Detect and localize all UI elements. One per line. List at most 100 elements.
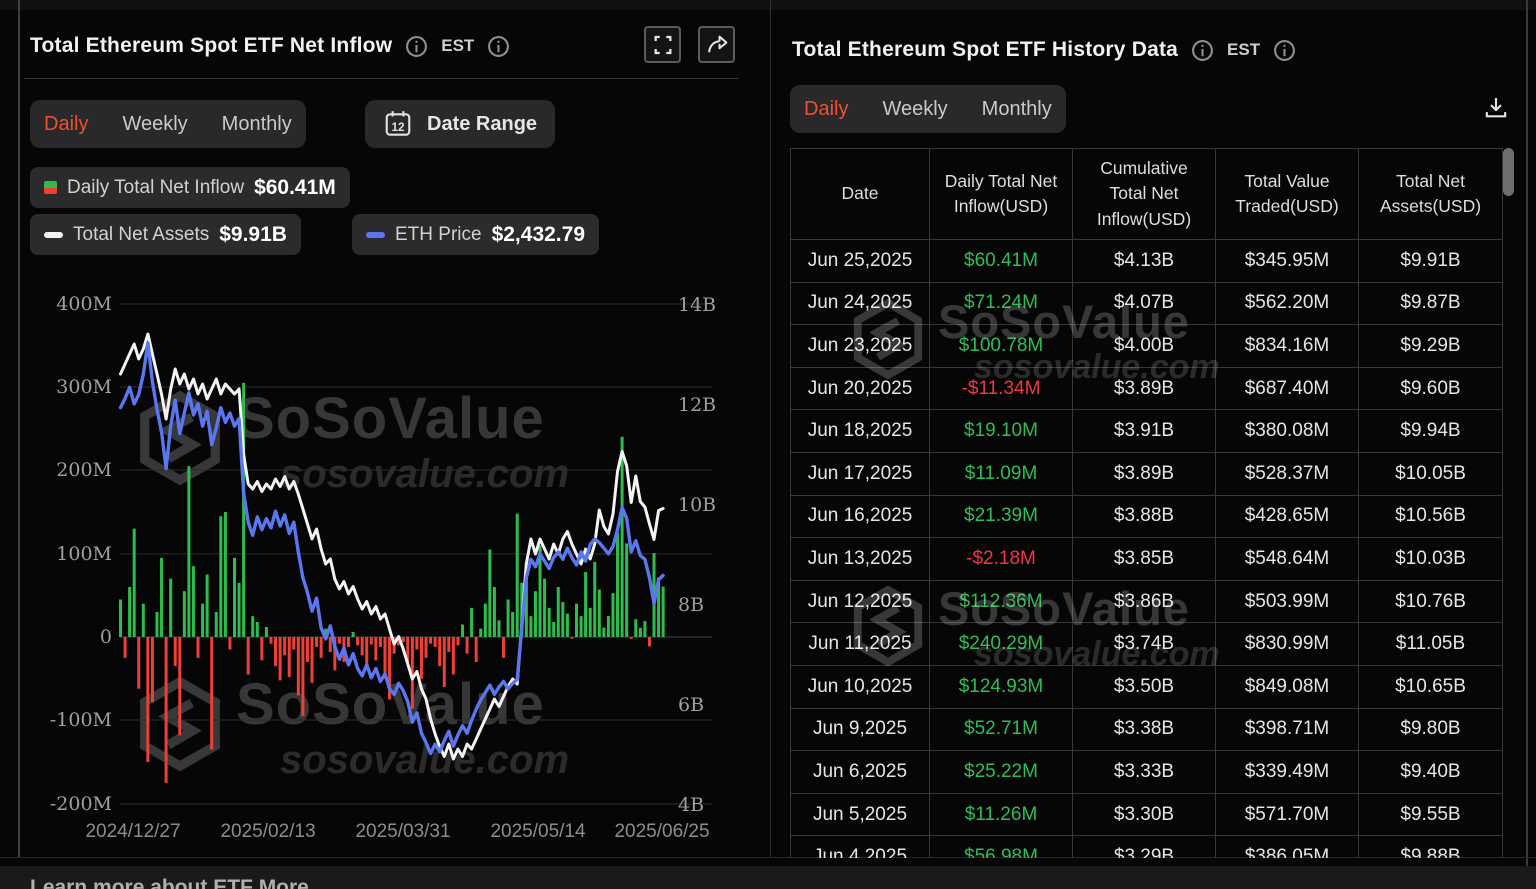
- table-row: Jun 5,2025$11.26M$3.30B$571.70M$9.55B: [790, 794, 1503, 837]
- table-cell: $25.22M: [930, 751, 1073, 794]
- table-cell: $11.09M: [930, 453, 1073, 496]
- table-cell: $9.60B: [1359, 368, 1503, 411]
- table-cell: $124.93M: [930, 666, 1073, 709]
- table-row: Jun 12,2025$112.36M$3.86B$503.99M$10.76B: [790, 581, 1503, 624]
- table-cell: $9.91B: [1359, 240, 1503, 283]
- table-cell: $3.50B: [1073, 666, 1216, 709]
- table-cell: $240.29M: [930, 623, 1073, 666]
- table-cell: $71.24M: [930, 283, 1073, 326]
- table-cell: $9.55B: [1359, 794, 1503, 837]
- y-axis-tick: -200M: [50, 793, 112, 815]
- table-cell: $3.88B: [1073, 496, 1216, 539]
- table-cell: $9.80B: [1359, 709, 1503, 752]
- table-cell: Jun 12,2025: [790, 581, 930, 624]
- clipped-section-text: Learn more about ETF More: [30, 876, 309, 889]
- table-row: Jun 23,2025$100.78M$4.00B$834.16M$9.29B: [790, 325, 1503, 368]
- table-scrollbar-thumb[interactable]: [1503, 148, 1514, 196]
- table-cell: $10.03B: [1359, 538, 1503, 581]
- table-cell: -$11.34M: [930, 368, 1073, 411]
- y-axis-tick-right: 6B: [678, 694, 704, 716]
- table-cell: $687.40M: [1216, 368, 1359, 411]
- table-cell: $428.65M: [1216, 496, 1359, 539]
- table-cell: Jun 5,2025: [790, 794, 930, 837]
- table-cell: $56.98M: [930, 836, 1073, 858]
- table-row: Jun 18,2025$19.10M$3.91B$380.08M$9.94B: [790, 410, 1503, 453]
- table-cell: Jun 17,2025: [790, 453, 930, 496]
- table-cell: -$2.18M: [930, 538, 1073, 581]
- download-icon: [1481, 93, 1511, 123]
- column-header: Total Net Assets(USD): [1359, 148, 1503, 240]
- table-cell: $9.40B: [1359, 751, 1503, 794]
- table-cell: Jun 6,2025: [790, 751, 930, 794]
- right-edge-line: [1526, 0, 1528, 889]
- table-cell: $9.29B: [1359, 325, 1503, 368]
- table-cell: $3.89B: [1073, 368, 1216, 411]
- table-cell: $339.49M: [1216, 751, 1359, 794]
- next-section-strip: Learn more about ETF More: [0, 866, 1536, 889]
- table-row: Jun 17,2025$11.09M$3.89B$528.37M$10.05B: [790, 453, 1503, 496]
- table-cell: $571.70M: [1216, 794, 1359, 837]
- table-cell: $100.78M: [930, 325, 1073, 368]
- table-cell: Jun 13,2025: [790, 538, 930, 581]
- table-cell: $10.56B: [1359, 496, 1503, 539]
- table-cell: Jun 9,2025: [790, 709, 930, 752]
- x-axis-tick: 2025/03/31: [355, 821, 450, 842]
- table-cell: $4.07B: [1073, 283, 1216, 326]
- y-axis-tick: 300M: [56, 376, 112, 398]
- etf-dashboard: Total Ethereum Spot ETF Net Inflow EST D: [0, 0, 1536, 889]
- column-header: Date: [790, 148, 930, 240]
- table-cell: $3.33B: [1073, 751, 1216, 794]
- table-cell: $9.88B: [1359, 836, 1503, 858]
- info-icon[interactable]: [1273, 39, 1296, 62]
- table-cell: $3.29B: [1073, 836, 1216, 858]
- table-cell: $52.71M: [930, 709, 1073, 752]
- x-axis-tick: 2025/02/13: [220, 821, 315, 842]
- table-cell: $19.10M: [930, 410, 1073, 453]
- table-row: Jun 10,2025$124.93M$3.50B$849.08M$10.65B: [790, 666, 1503, 709]
- table-cell: $3.89B: [1073, 453, 1216, 496]
- table-cell: $4.13B: [1073, 240, 1216, 283]
- info-icon[interactable]: [1191, 39, 1214, 62]
- table-row: Jun 9,2025$52.71M$3.38B$398.71M$9.80B: [790, 709, 1503, 752]
- y-axis-tick-right: 10B: [678, 494, 716, 516]
- table-cell: Jun 4,2025: [790, 836, 930, 858]
- tab-monthly[interactable]: Monthly: [982, 98, 1052, 121]
- table-row: Jun 13,2025-$2.18M$3.85B$548.64M$10.03B: [790, 538, 1503, 581]
- download-button[interactable]: [1478, 90, 1514, 126]
- table-cell: $10.76B: [1359, 581, 1503, 624]
- tab-daily[interactable]: Daily: [804, 98, 848, 121]
- table-cell: Jun 16,2025: [790, 496, 930, 539]
- table-cell: $21.39M: [930, 496, 1073, 539]
- table-period-tabs: Daily Weekly Monthly: [790, 85, 1066, 133]
- table-row: Jun 24,2025$71.24M$4.07B$562.20M$9.87B: [790, 283, 1503, 326]
- table-cell: $562.20M: [1216, 283, 1359, 326]
- y-axis-tick: 200M: [56, 459, 112, 481]
- table-cell: Jun 20,2025: [790, 368, 930, 411]
- table-cell: $548.64M: [1216, 538, 1359, 581]
- table-cell: Jun 10,2025: [790, 666, 930, 709]
- table-cell: $10.05B: [1359, 453, 1503, 496]
- table-cell: $9.87B: [1359, 283, 1503, 326]
- table-cell: $4.00B: [1073, 325, 1216, 368]
- y-axis-tick: 100M: [56, 543, 112, 565]
- table-row: Jun 11,2025$240.29M$3.74B$830.99M$11.05B: [790, 623, 1503, 666]
- table-cell: $830.99M: [1216, 623, 1359, 666]
- table-cell: $503.99M: [1216, 581, 1359, 624]
- table-cell: Jun 11,2025: [790, 623, 930, 666]
- table-cell: $3.74B: [1073, 623, 1216, 666]
- table-cell: $3.86B: [1073, 581, 1216, 624]
- table-row: Jun 4,2025$56.98M$3.29B$386.05M$9.88B: [790, 836, 1503, 858]
- net-inflow-chart[interactable]: 400M300M200M100M0-100M-200M14B12B10B8B6B…: [0, 0, 770, 860]
- table-cell: $60.41M: [930, 240, 1073, 283]
- y-axis-tick-right: 8B: [678, 594, 704, 616]
- table-cell: $3.30B: [1073, 794, 1216, 837]
- tab-weekly[interactable]: Weekly: [882, 98, 947, 121]
- table-cell: $834.16M: [1216, 325, 1359, 368]
- table-cell: $9.94B: [1359, 410, 1503, 453]
- table-cell: $849.08M: [1216, 666, 1359, 709]
- table-cell: $11.05B: [1359, 623, 1503, 666]
- table-cell: Jun 24,2025: [790, 283, 930, 326]
- history-table[interactable]: DateDaily Total Net Inflow(USD)Cumulativ…: [790, 148, 1503, 858]
- y-axis-tick-right: 12B: [678, 394, 716, 416]
- table-row: Jun 20,2025-$11.34M$3.89B$687.40M$9.60B: [790, 368, 1503, 411]
